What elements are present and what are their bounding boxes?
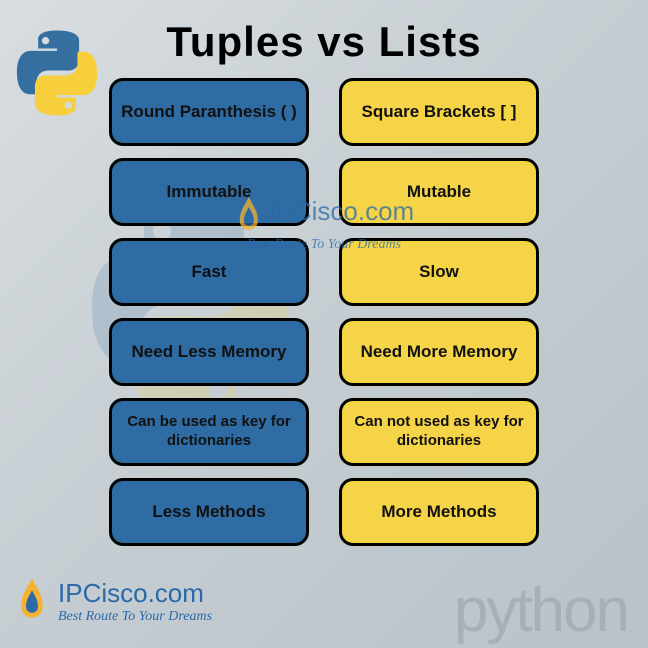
python-word: python: [454, 575, 628, 646]
tuple-row-2: Fast: [109, 238, 309, 306]
tuple-row-5: Less Methods: [109, 478, 309, 546]
comparison-grid: Round Paranthesis ( ) Square Brackets [ …: [0, 78, 648, 546]
list-row-0: Square Brackets [ ]: [339, 78, 539, 146]
tuple-row-0: Round Paranthesis ( ): [109, 78, 309, 146]
tuple-row-3: Need Less Memory: [109, 318, 309, 386]
logo-bottom: IPCisco.com Best Route To Your Dreams: [14, 576, 212, 626]
list-row-4: Can not used as key for dictionaries: [339, 398, 539, 466]
bottom-tagline: Best Route To Your Dreams: [58, 609, 212, 625]
list-row-2: Slow: [339, 238, 539, 306]
tuple-row-4: Can be used as key for dictionaries: [109, 398, 309, 466]
flame-icon-bottom: [14, 576, 50, 626]
list-row-3: Need More Memory: [339, 318, 539, 386]
list-row-1: Mutable: [339, 158, 539, 226]
list-row-5: More Methods: [339, 478, 539, 546]
tuple-row-1: Immutable: [109, 158, 309, 226]
bottom-brand: IPCisco.com: [58, 578, 212, 609]
